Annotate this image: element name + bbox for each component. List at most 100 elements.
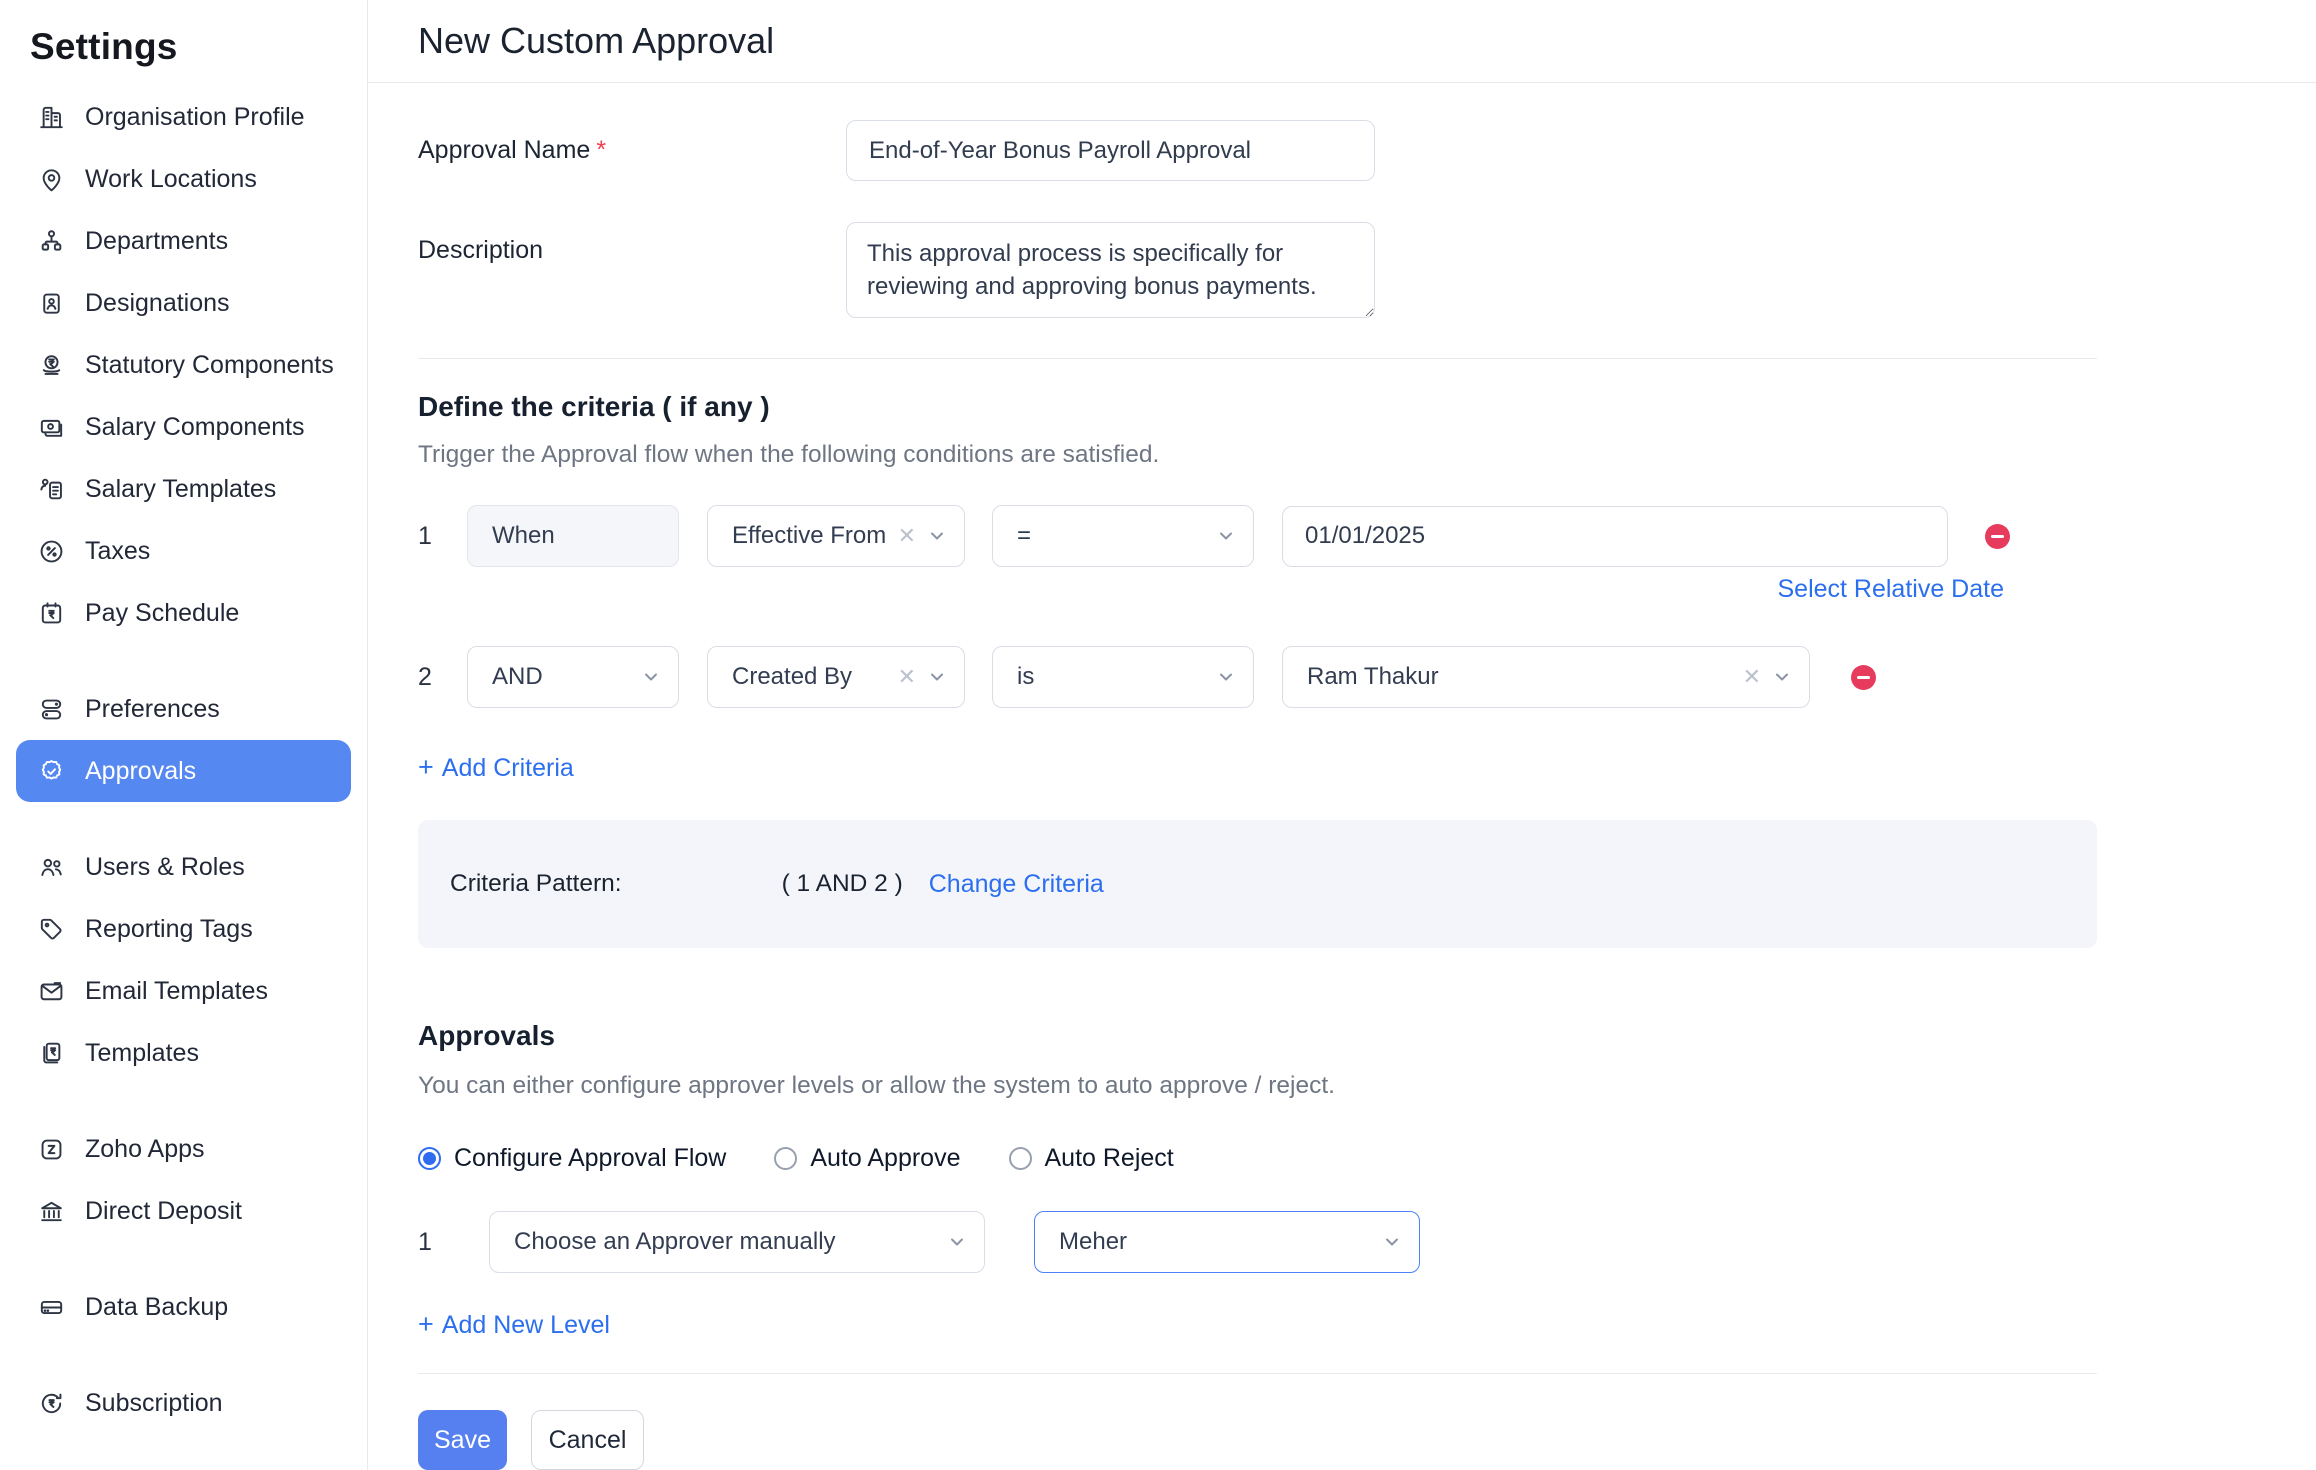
auto-reject-option[interactable]: Auto Reject <box>1009 1144 1174 1173</box>
sidebar-item-label: Reporting Tags <box>85 915 253 944</box>
operator-select[interactable]: is <box>992 646 1254 708</box>
sidebar-item-label: Data Backup <box>85 1293 228 1322</box>
chevron-down-icon[interactable] <box>926 525 948 547</box>
footer-divider <box>418 1373 2097 1374</box>
sidebar-item-label: Statutory Components <box>85 351 334 380</box>
sidebar-item-label: Users & Roles <box>85 853 245 882</box>
chevron-down-icon[interactable] <box>926 666 948 688</box>
sidebar-item-taxes[interactable]: Taxes <box>16 520 351 582</box>
condition-field-select[interactable]: Created By ✕ <box>707 646 965 708</box>
criteria-value-select[interactable]: Ram Thakur ✕ <box>1282 646 1810 708</box>
sidebar-item-label: Pay Schedule <box>85 599 239 628</box>
percent-icon <box>36 536 66 566</box>
approval-name-input[interactable] <box>846 120 1375 181</box>
add-level-row: +Add New Level <box>418 1309 2097 1339</box>
clear-selection-icon[interactable]: ✕ <box>898 523 916 549</box>
clear-selection-icon[interactable]: ✕ <box>898 664 916 690</box>
plus-icon: + <box>418 752 434 782</box>
sidebar-item-label: Designations <box>85 289 230 318</box>
sidebar-group: PreferencesApprovals <box>16 678 351 802</box>
change-criteria-link[interactable]: Change Criteria <box>929 870 1104 899</box>
sidebar-item-salary-components[interactable]: Salary Components <box>16 396 351 458</box>
sidebar-item-statutory-components[interactable]: Statutory Components <box>16 334 351 396</box>
sidebar-item-pay-schedule[interactable]: Pay Schedule <box>16 582 351 644</box>
add-criteria-link[interactable]: +Add Criteria <box>418 752 574 783</box>
person-doc-icon <box>36 474 66 504</box>
sidebar-item-label: Taxes <box>85 537 150 566</box>
radio-selected-icon[interactable] <box>418 1147 441 1170</box>
sidebar-group: Data Backup <box>16 1276 351 1338</box>
sidebar-item-label: Zoho Apps <box>85 1135 205 1164</box>
approval-name-row: Approval Name* <box>418 120 2097 181</box>
description-textarea[interactable]: This approval process is specifically fo… <box>846 222 1375 318</box>
criteria-row: 2 AND Created By ✕ is Ram Thakur ✕ <box>418 646 2097 708</box>
drive-icon <box>36 1292 66 1322</box>
sidebar-item-data-backup[interactable]: Data Backup <box>16 1276 351 1338</box>
sidebar-item-direct-deposit[interactable]: Direct Deposit <box>16 1180 351 1242</box>
sidebar-item-label: Templates <box>85 1039 199 1068</box>
doc-rupee-icon <box>36 1038 66 1068</box>
approver-type-select[interactable]: Choose an Approver manually <box>489 1211 985 1273</box>
sidebar-item-users-roles[interactable]: Users & Roles <box>16 836 351 898</box>
sidebar-item-work-locations[interactable]: Work Locations <box>16 148 351 210</box>
radio-icon[interactable] <box>774 1147 797 1170</box>
connector-select[interactable]: AND <box>467 646 679 708</box>
sidebar-group: Zoho Apps Direct Deposit <box>16 1118 351 1242</box>
chevron-down-icon[interactable] <box>1215 525 1237 547</box>
sidebar-item-reporting-tags[interactable]: Reporting Tags <box>16 898 351 960</box>
sidebar-item-approvals[interactable]: Approvals <box>16 740 351 802</box>
criteria-row-number: 1 <box>418 522 467 551</box>
sidebar-item-designations[interactable]: Designations <box>16 272 351 334</box>
approval-form: Approval Name* Description This approval… <box>368 83 2316 1470</box>
clear-selection-icon[interactable]: ✕ <box>1743 664 1761 690</box>
approval-name-label: Approval Name* <box>418 136 846 165</box>
chevron-down-icon[interactable] <box>640 666 662 688</box>
description-row: Description This approval process is spe… <box>418 222 2097 318</box>
sidebar-item-zoho-apps[interactable]: Zoho Apps <box>16 1118 351 1180</box>
sidebar-item-label: Salary Components <box>85 413 305 442</box>
configure-approval-flow-option[interactable]: Configure Approval Flow <box>418 1144 726 1173</box>
required-asterisk: * <box>596 136 606 164</box>
sidebar-group: Users & Roles Reporting Tags Email Templat… <box>16 836 351 1084</box>
criteria-heading: Define the criteria ( if any ) <box>418 391 2097 423</box>
chevron-down-icon[interactable] <box>946 1231 968 1253</box>
users-icon <box>36 852 66 882</box>
remove-criteria-button[interactable] <box>1985 524 2010 549</box>
approver-level-row: 1 Choose an Approver manually Meher <box>418 1211 2097 1273</box>
relative-date-row: Select Relative Date <box>1338 575 2004 603</box>
approval-mode-options: Configure Approval Flow Auto Approve Aut… <box>418 1144 2097 1172</box>
select-relative-date-link[interactable]: Select Relative Date <box>1777 575 2004 603</box>
chevron-down-icon[interactable] <box>1381 1231 1403 1253</box>
sidebar-item-organisation-profile[interactable]: Organisation Profile <box>16 86 351 148</box>
radio-icon[interactable] <box>1009 1147 1032 1170</box>
sidebar-item-templates[interactable]: Templates <box>16 1022 351 1084</box>
page-title: New Custom Approval <box>418 20 774 62</box>
chevron-down-icon[interactable] <box>1215 666 1237 688</box>
sidebar-item-subscription[interactable]: Subscription <box>16 1372 351 1434</box>
approver-select[interactable]: Meher <box>1034 1211 1420 1273</box>
sidebar-item-preferences[interactable]: Preferences <box>16 678 351 740</box>
sidebar-item-departments[interactable]: Departments <box>16 210 351 272</box>
zoho-icon <box>36 1134 66 1164</box>
operator-select[interactable]: = <box>992 505 1254 567</box>
cancel-button[interactable]: Cancel <box>531 1410 644 1470</box>
plus-icon: + <box>418 1309 434 1339</box>
remove-criteria-button[interactable] <box>1851 665 1876 690</box>
toggles-icon <box>36 694 66 724</box>
chevron-down-icon[interactable] <box>1771 666 1793 688</box>
condition-field-select[interactable]: Effective From ✕ <box>707 505 965 567</box>
page-header: New Custom Approval <box>368 0 2316 83</box>
badge-check-icon <box>36 756 66 786</box>
sidebar-item-email-templates[interactable]: Email Templates <box>16 960 351 1022</box>
sidebar-item-salary-templates[interactable]: Salary Templates <box>16 458 351 520</box>
sidebar-item-label: Salary Templates <box>85 475 276 504</box>
criteria-value-input[interactable] <box>1282 506 1948 567</box>
auto-approve-option[interactable]: Auto Approve <box>774 1144 960 1173</box>
add-new-level-link[interactable]: +Add New Level <box>418 1309 610 1340</box>
sidebar-nav: Organisation ProfileWork LocationsDepart… <box>16 86 351 1434</box>
calendar-rupee-icon <box>36 598 66 628</box>
save-button[interactable]: Save <box>418 1410 507 1470</box>
sidebar-item-label: Direct Deposit <box>85 1197 242 1226</box>
approvals-heading: Approvals <box>418 1020 2097 1052</box>
bank-icon <box>36 1196 66 1226</box>
